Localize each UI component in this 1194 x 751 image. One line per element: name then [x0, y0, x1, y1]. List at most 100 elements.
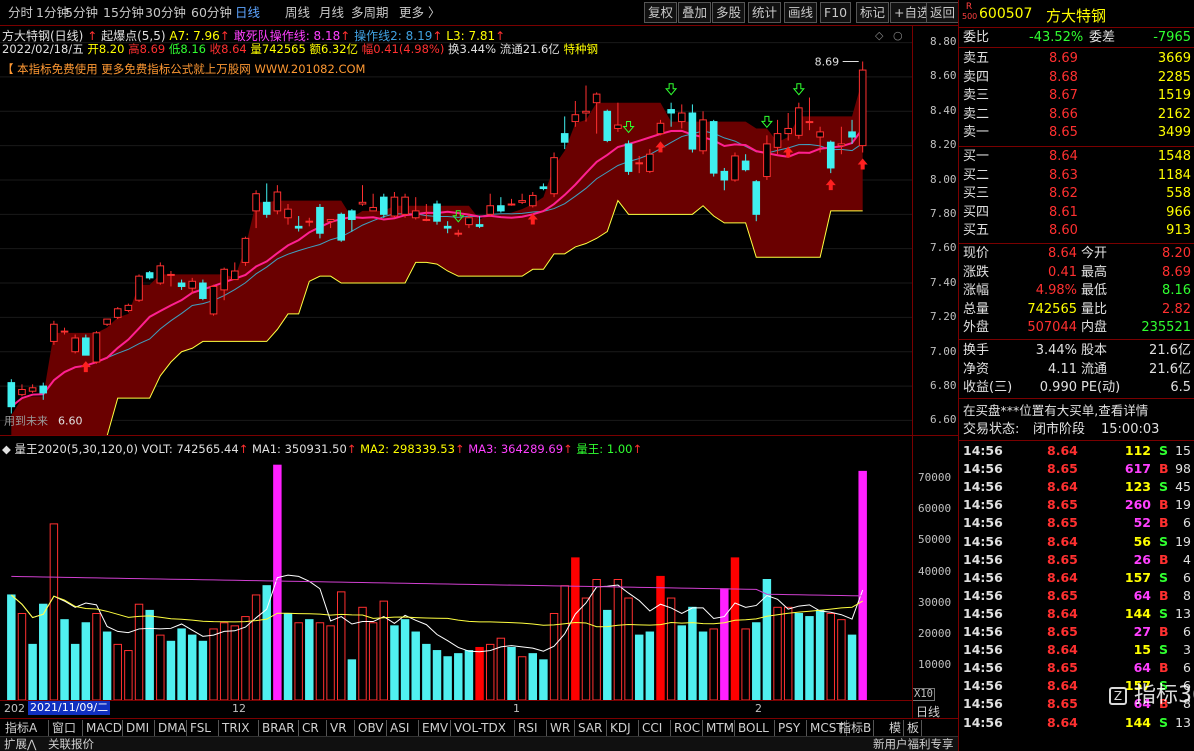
candle-body: [603, 110, 612, 141]
volume-indicator-name[interactable]: 量王2020(5,30,120,0): [15, 442, 138, 456]
ma1-value: MA1: 350931.50: [251, 442, 347, 456]
toolbar-item-10[interactable]: 更多 〉: [399, 3, 440, 23]
tick-count: 13: [1175, 605, 1191, 621]
toolbar-item-5[interactable]: 60分钟: [191, 3, 232, 23]
toolbar-right-5[interactable]: F10: [820, 2, 852, 23]
indicator-tab-cr[interactable]: CR: [299, 720, 327, 736]
indicator-tab-trix[interactable]: TRIX: [219, 720, 259, 736]
candle-body: [773, 133, 782, 148]
volume-bar: [326, 625, 335, 700]
toolbar-right-1[interactable]: 叠加: [678, 2, 712, 23]
toolbar-right-2[interactable]: 多股: [712, 2, 746, 23]
tick-time: 14:56: [963, 461, 1003, 477]
toolbar-item-1[interactable]: 1分钟: [36, 3, 69, 23]
toolbar-right-4[interactable]: 画线: [784, 2, 818, 23]
volume-bar: [177, 628, 186, 700]
tick-price: 8.65: [1047, 660, 1078, 676]
indicator-tab-vr[interactable]: VR: [327, 720, 355, 736]
indicator-tab-boll[interactable]: BOLL: [735, 720, 775, 736]
indicator-tab-roc[interactable]: ROC: [671, 720, 703, 736]
volume-chart[interactable]: [0, 455, 912, 700]
related-quote-button[interactable]: 关联报价: [48, 737, 94, 751]
ask-row: 卖四 8.68 2285: [961, 69, 1193, 87]
tick-count: 4: [1183, 551, 1191, 567]
ask-volume: 2162: [1157, 106, 1191, 122]
bid-price: 8.60: [1049, 223, 1078, 238]
candle-body: [486, 205, 495, 215]
volume-bar: [837, 619, 846, 700]
indicator-tab-brar[interactable]: BRAR: [259, 720, 299, 736]
candle: [699, 111, 707, 155]
indicator-tab-rsi[interactable]: RSI: [515, 720, 547, 736]
indicator-tab-指标a[interactable]: 指标A: [2, 720, 49, 736]
bid-price: 8.62: [1049, 186, 1078, 201]
toolbar-item-6[interactable]: 日线: [235, 3, 260, 23]
diamond-icon[interactable]: ◆: [2, 442, 11, 456]
indicator-tab-obv[interactable]: OBV: [355, 720, 387, 736]
new-user-promo[interactable]: 新用户福利专享: [873, 737, 954, 751]
watermark-logo: Z 指标365: [1109, 677, 1194, 709]
weibi-value: -43.52%: [1029, 30, 1084, 45]
indicator-tab-dmi[interactable]: DMI: [123, 720, 155, 736]
weicha-value: -7965: [1153, 30, 1191, 45]
indicator-tab-sar[interactable]: SAR: [575, 720, 607, 736]
board-tab[interactable]: 板: [904, 720, 922, 736]
volume-bar: [70, 643, 80, 700]
indicator-tab-asi[interactable]: ASI: [387, 720, 419, 736]
stat-value: 507044: [1027, 320, 1077, 335]
candle-body: [18, 389, 26, 396]
indicator-tab-kdj[interactable]: KDJ: [607, 720, 639, 736]
ma3-value: MA3: 364289.69: [468, 442, 564, 456]
volume-bar: [709, 628, 718, 700]
trade-time: 15:00:03: [1101, 422, 1160, 437]
volume-bar: [134, 603, 144, 700]
toolbar-right-6[interactable]: 标记: [856, 2, 890, 23]
volume-bar: [7, 594, 16, 700]
toolbar-item-3[interactable]: 15分钟: [103, 3, 144, 23]
indicator-tab-窗口[interactable]: 窗口: [49, 720, 83, 736]
price-tick: 7.80: [930, 207, 957, 220]
candle-body: [199, 282, 207, 299]
price-tick: 8.00: [930, 172, 957, 186]
indicator-tab-dma[interactable]: DMA: [155, 720, 187, 736]
indicator-tab-vol-tdx[interactable]: VOL-TDX: [451, 720, 515, 736]
ask-price: 8.69: [1049, 51, 1078, 66]
toolbar-item-8[interactable]: 月线: [319, 3, 344, 23]
candle: [550, 152, 558, 198]
indicator-tab-wr[interactable]: WR: [547, 720, 575, 736]
indicator-tab-b[interactable]: 指标B: [836, 720, 874, 736]
toolbar-item-0[interactable]: 分时: [8, 3, 33, 23]
candle-body: [656, 122, 665, 135]
indicator-tab-mtm[interactable]: MTM: [703, 720, 735, 736]
tick-volume: 52: [1133, 515, 1151, 531]
volt-value: VOLT: 742565.44: [141, 442, 239, 456]
candlestick-chart[interactable]: 8.69 用到未来 6.60 ◇ ○: [0, 30, 912, 435]
expand-button[interactable]: 扩展⋀: [4, 737, 36, 751]
indicator-tab-cci[interactable]: CCI: [639, 720, 671, 736]
toolbar-item-4[interactable]: 30分钟: [145, 3, 186, 23]
stock-trading-window: 分时 1分钟 5分钟 15分钟 30分钟 60分钟 日线 周线 月线 多周期 更多 〉 复权 叠加 多股统…: [0, 0, 1194, 751]
toolbar-right-8[interactable]: 返回: [926, 2, 960, 23]
candle-body: [443, 225, 452, 229]
close-icon[interactable]: ○: [893, 30, 903, 42]
candle: [826, 140, 835, 174]
diamond-icon[interactable]: ◇: [875, 30, 884, 42]
candle-body: [550, 157, 558, 195]
weibi-label: 委比: [963, 30, 990, 45]
toolbar-item-9[interactable]: 多周期: [351, 3, 389, 23]
indicator-tab-emv[interactable]: EMV: [419, 720, 451, 736]
indicator-tab-macd[interactable]: MACD: [83, 720, 123, 736]
toolbar-item-2[interactable]: 5分钟: [65, 3, 98, 23]
indicator-tab-fsl[interactable]: FSL: [187, 720, 219, 736]
volume-unit: X10: [912, 688, 935, 701]
tick-price: 8.64: [1047, 605, 1078, 621]
big-order-text: 在买盘***位置有大买单,查看详情: [963, 403, 1149, 418]
toolbar-right-0[interactable]: 复权: [644, 2, 678, 23]
template-tab[interactable]: 模: [886, 720, 904, 736]
indicator-tab-psy[interactable]: PSY: [775, 720, 807, 736]
toolbar-right-3[interactable]: 统计: [748, 2, 782, 23]
tick-volume: 15: [1133, 642, 1151, 658]
toolbar-item-7[interactable]: 周线: [285, 3, 310, 23]
date-axis: 202 2021/11/09/二 12 1 2: [0, 700, 912, 717]
big-order-notice[interactable]: 在买盘***位置有大买单,查看详情: [961, 402, 1193, 420]
